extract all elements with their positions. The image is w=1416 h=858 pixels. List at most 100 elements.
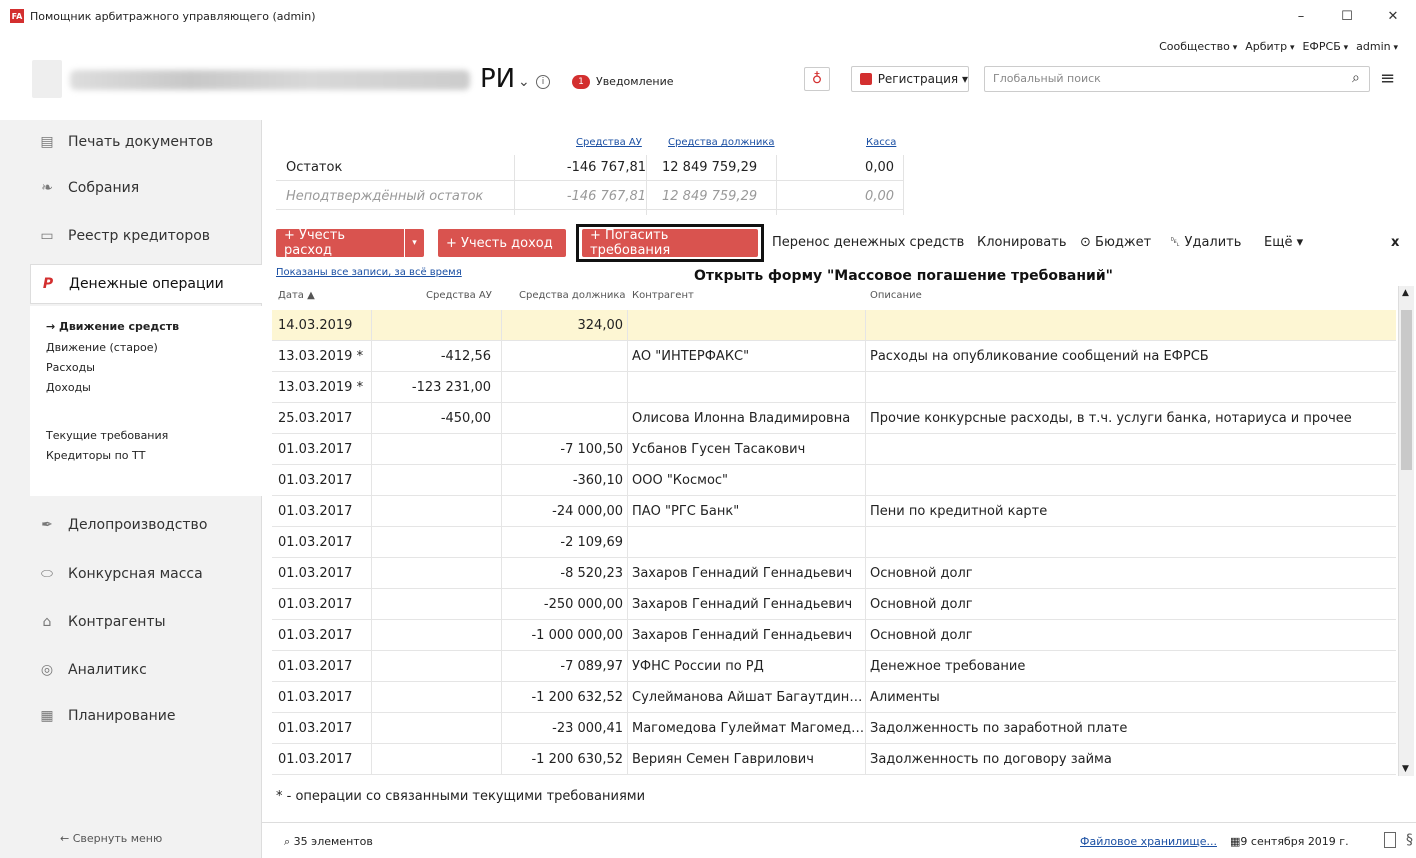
cell-description: Основной долг (870, 566, 973, 581)
column-header-description[interactable]: Описание (870, 290, 922, 301)
collapse-menu-button[interactable]: ← Свернуть меню (60, 832, 162, 845)
registration-button[interactable]: Регистрация ▾ (851, 66, 969, 92)
global-search-input[interactable]: Глобальный поиск (984, 66, 1370, 92)
close-panel-button[interactable]: x (1391, 235, 1399, 250)
scroll-down-icon[interactable]: ▼ (1402, 764, 1409, 774)
close-window-button[interactable]: ✕ (1370, 0, 1416, 32)
submenu-cashflow[interactable]: → Движение средств (46, 320, 179, 333)
sidebar-item-analytics[interactable]: ◎ Аналитикс (0, 650, 262, 690)
maximize-button[interactable]: ☐ (1324, 0, 1370, 32)
clone-button[interactable]: Клонировать (977, 235, 1067, 250)
cell-date: 01.03.2017 (272, 434, 372, 465)
header: РИ ⌄ i 1 Уведомление ♁ Регистрация ▾ Гло… (0, 56, 1416, 106)
chevron-down-icon[interactable]: ⌄ (518, 74, 530, 90)
table-row[interactable]: 01.03.2017 -23 000,41 Магомедова Гулеймат … (272, 713, 1396, 744)
region-code[interactable]: РИ (480, 64, 515, 94)
cell-description: Прочие конкурсные расходы, в т.ч. услуги… (870, 411, 1352, 426)
notification-label[interactable]: Уведомление (596, 75, 674, 88)
sidebar-item-records[interactable]: ✒ Делопроизводство (0, 505, 262, 545)
delete-button[interactable]: ␡ Удалить (1170, 235, 1241, 250)
transfer-funds-button[interactable]: Перенос денежных средств (772, 235, 964, 250)
expense-dropdown-button[interactable]: ▾ (404, 229, 424, 257)
add-income-button[interactable]: + Учесть доход (438, 229, 566, 257)
cell-counterparty: Захаров Геннадий Геннадьевич (628, 558, 866, 589)
cell-counterparty: Вериян Семен Гаврилович (628, 744, 866, 775)
table-row[interactable]: 01.03.2017 -24 000,00 ПАО "РГС Банк" Пени п… (272, 496, 1396, 527)
submenu-income[interactable]: Доходы (46, 381, 91, 394)
column-header-au[interactable]: Средства АУ (426, 290, 492, 301)
submenu-current-claims[interactable]: Текущие требования (46, 429, 168, 442)
table-row[interactable]: 13.03.2019 * -123 231,00 (272, 372, 1396, 403)
balance-row: Остаток -146 767,81 12 849 759,29 0,00 (276, 155, 904, 181)
cell-description: Основной долг (870, 597, 973, 612)
table-row[interactable]: 01.03.2017 -8 520,23 Захаров Геннадий Генн… (272, 558, 1396, 589)
calendar-icon: ▦ (1230, 835, 1241, 848)
section-icon[interactable]: § (1406, 832, 1413, 848)
calculator-icon[interactable] (1384, 832, 1396, 848)
fedlog-icon[interactable]: ♁ (804, 67, 830, 91)
info-icon[interactable]: i (536, 75, 550, 89)
cell-counterparty: Усбанов Гусен Тасакович (628, 434, 866, 465)
sidebar-item-planning[interactable]: ▦ Планирование (0, 696, 262, 736)
column-header-debtor[interactable]: Средства должника (519, 290, 626, 301)
add-expense-button[interactable]: + Учесть расход (276, 228, 404, 258)
scroll-thumb[interactable] (1401, 310, 1412, 470)
table-row[interactable]: 01.03.2017 -1 200 632,52 Сулейманова Айшат… (272, 682, 1396, 713)
notification-badge[interactable]: 1 (572, 75, 590, 89)
menu-arbiter[interactable]: Арбитр (1245, 40, 1294, 53)
table-row[interactable]: 01.03.2017 -1 200 630,52 Вериян Семен Гавр… (272, 744, 1396, 775)
cell-counterparty: Олисова Илонна Владимировна (628, 403, 866, 434)
submenu-creditors-tt[interactable]: Кредиторы по ТТ (46, 449, 145, 462)
table-row[interactable]: 01.03.2017 -2 109,69 (272, 527, 1396, 558)
menu-efrsb[interactable]: ЕФРСБ (1302, 40, 1348, 53)
column-header-date[interactable]: Дата ▲ (278, 290, 315, 301)
budget-button[interactable]: ⊙ Бюджет (1080, 235, 1151, 250)
table-row[interactable]: 13.03.2019 * -412,56 АО "ИНТЕРФАКС" Расходы… (272, 341, 1396, 372)
submenu-expenses[interactable]: Расходы (46, 361, 95, 374)
sidebar-item-print[interactable]: ▤ Печать документов (0, 122, 262, 162)
cell-debtor: -24 000,00 (502, 496, 628, 527)
cell-debtor (502, 403, 628, 434)
sidebar-item-estate[interactable]: ⬭ Конкурсная масса (0, 554, 262, 594)
status-date: ▦9 сентября 2019 г. (1230, 835, 1349, 848)
more-button[interactable]: Ещё ▾ (1264, 235, 1303, 250)
sidebar-item-meetings[interactable]: ❧ Собрания (0, 168, 262, 208)
sidebar-item-label: Реестр кредиторов (68, 228, 211, 244)
table-row[interactable]: 25.03.2017 -450,00 Олисова Илонна Владимир… (272, 403, 1396, 434)
app-icon: FA (10, 9, 24, 23)
cell-date: 01.03.2017 (272, 651, 372, 682)
minimize-button[interactable]: – (1278, 0, 1324, 32)
table-row[interactable]: 01.03.2017 -360,10 ООО "Космос" (272, 465, 1396, 496)
table-row[interactable]: 01.03.2017 -1 000 000,00 Захаров Геннадий … (272, 620, 1396, 651)
table-scrollbar[interactable]: ▲ ▼ (1398, 286, 1414, 776)
sidebar-item-money[interactable]: P Денежные операции (30, 264, 262, 304)
sidebar-item-registry[interactable]: ▭ Реестр кредиторов (0, 216, 262, 256)
menu-community[interactable]: Сообщество (1159, 40, 1237, 53)
cell-description (866, 527, 1396, 558)
sidebar-item-label: Собрания (68, 180, 140, 196)
scroll-up-icon[interactable]: ▲ (1402, 288, 1409, 298)
column-header-counterparty[interactable]: Контрагент (632, 290, 694, 301)
title-bar: FA Помощник арбитражного управляющего (a… (0, 0, 1416, 32)
cell-debtor: 324,00 (502, 310, 628, 341)
registry-icon: ▭ (40, 228, 54, 244)
table-row[interactable]: 01.03.2017 -7 089,97 УФНС России по РД Дене… (272, 651, 1396, 682)
table-row[interactable]: 01.03.2017 -7 100,50 Усбанов Гусен Тасаков… (272, 434, 1396, 465)
table-row[interactable]: 01.03.2017 -250 000,00 Захаров Геннадий Ге… (272, 589, 1396, 620)
tooltip-hint: Открыть форму "Массовое погашение требов… (694, 268, 1113, 284)
cell-date: 25.03.2017 (272, 403, 372, 434)
balance-header-cash[interactable]: Касса (866, 137, 896, 148)
cell-date: 01.03.2017 (272, 682, 372, 713)
calendar-icon: ▦ (40, 708, 54, 724)
balance-header-au[interactable]: Средства АУ (576, 137, 642, 148)
file-storage-link[interactable]: Файловое хранилище... (1080, 835, 1217, 848)
sidebar-item-counterparties[interactable]: ⌂ Контрагенты (0, 602, 262, 642)
hamburger-menu-icon[interactable]: ≡ (1380, 68, 1395, 89)
table-row[interactable]: 14.03.2019 324,00 (272, 310, 1396, 341)
balance-header-debtor[interactable]: Средства должника (668, 137, 775, 148)
submenu-cashflow-old[interactable]: Движение (старое) (46, 341, 158, 354)
search-icon[interactable]: ⌕ (1352, 70, 1360, 86)
filter-note-link[interactable]: Показаны все записи, за всё время (276, 267, 462, 278)
menu-admin[interactable]: admin (1356, 40, 1398, 53)
search-icon[interactable]: ⌕ (284, 835, 294, 848)
